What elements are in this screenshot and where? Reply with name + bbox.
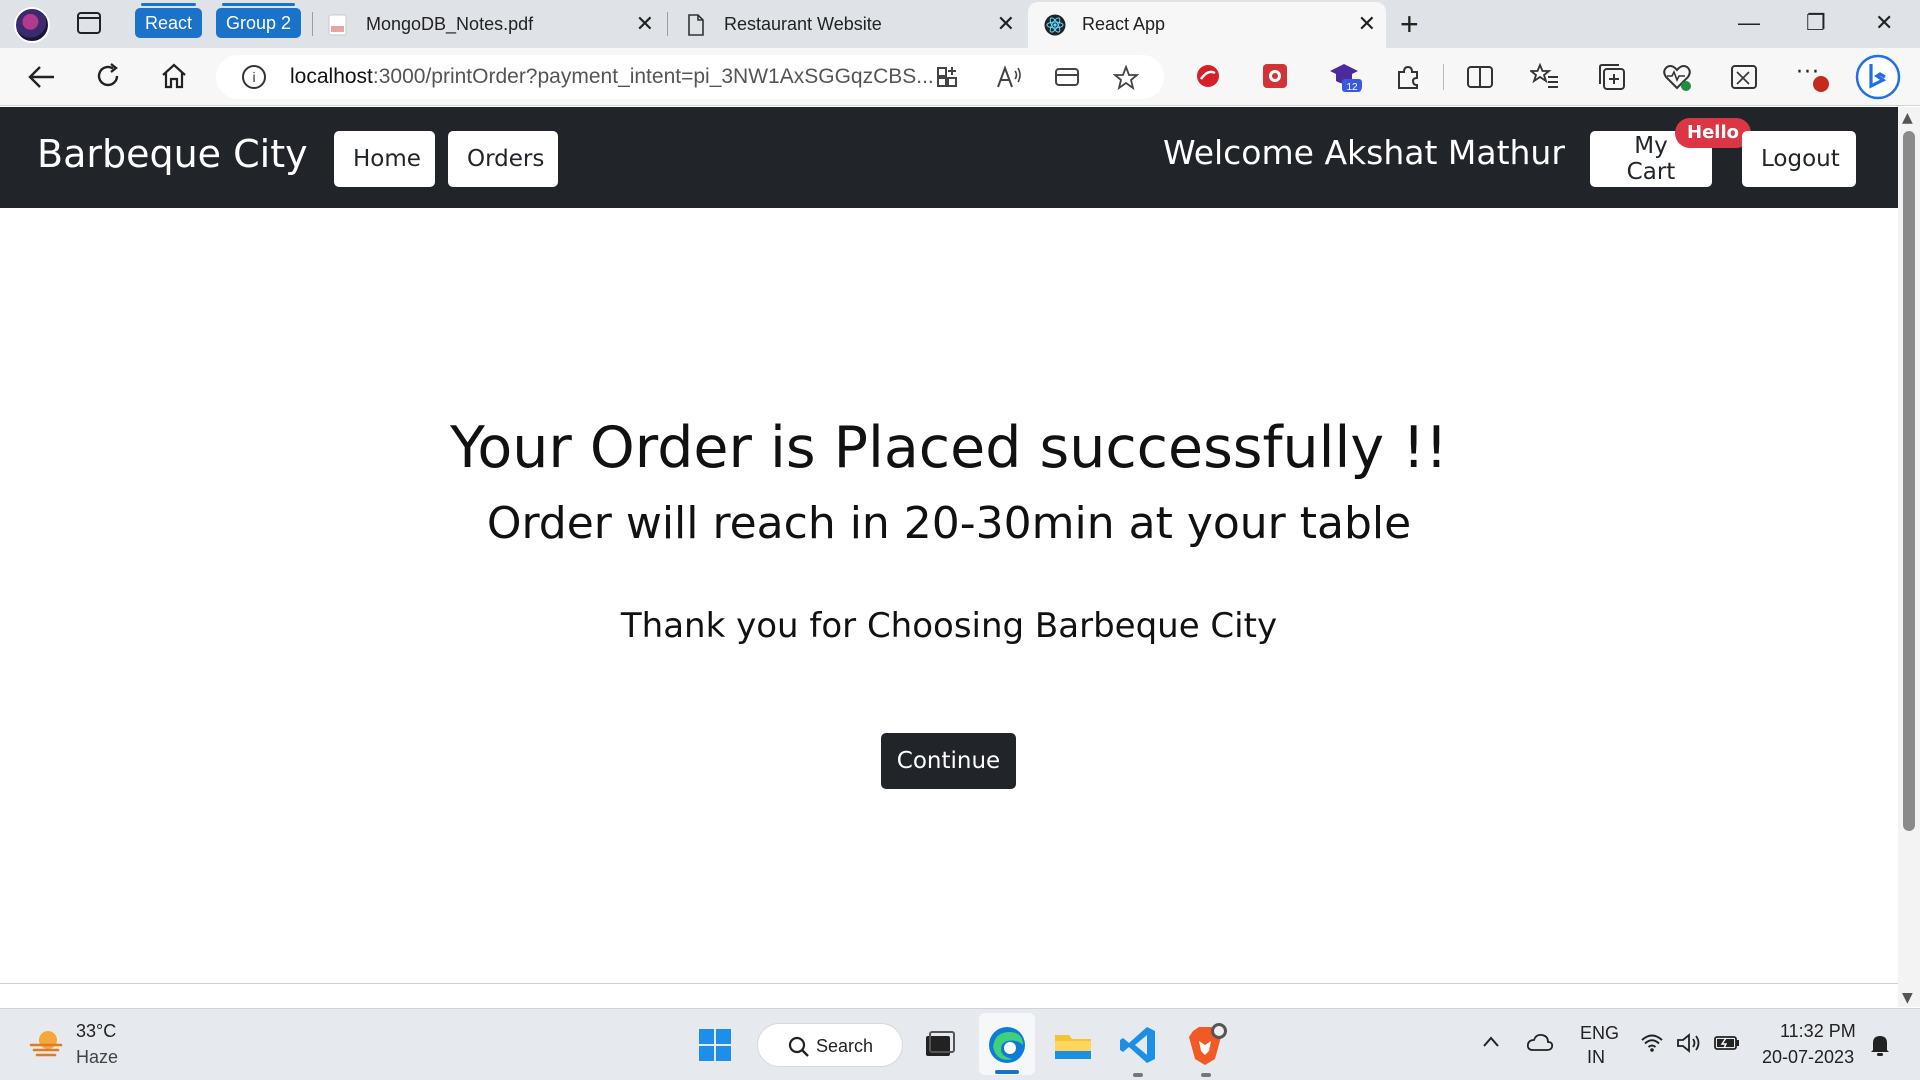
pdf-icon: [328, 14, 347, 36]
react-icon: [1044, 14, 1066, 36]
orders-button[interactable]: Orders: [448, 131, 558, 187]
weather-temperature[interactable]: 33°C: [76, 1021, 116, 1042]
haze-weather-icon[interactable]: [28, 1025, 64, 1061]
windows-taskbar: 33°C Haze Search ENG IN 11:32 PM 20-07-2…: [0, 1008, 1920, 1080]
read-aloud-icon[interactable]: [996, 65, 1022, 89]
logout-button[interactable]: Logout: [1742, 131, 1856, 187]
tab-react-app[interactable]: React App ✕: [1028, 2, 1386, 48]
back-icon[interactable]: [28, 64, 56, 90]
update-alert-icon: [1813, 76, 1829, 92]
wifi-icon[interactable]: [1640, 1033, 1664, 1053]
collections-icon[interactable]: [1597, 62, 1627, 92]
weather-description[interactable]: Haze: [76, 1047, 118, 1068]
tab-separator: [667, 12, 668, 36]
tab-restaurant-website[interactable]: Restaurant Website ✕: [670, 2, 1025, 48]
active-app-indicator: [995, 1070, 1019, 1074]
edge-browser-icon[interactable]: [983, 1021, 1031, 1069]
favorite-star-icon[interactable]: [1113, 65, 1139, 91]
screen-recorder-extension-icon[interactable]: [1260, 61, 1290, 91]
close-tab-icon[interactable]: ✕: [636, 2, 654, 46]
tab-title: Restaurant Website: [724, 14, 882, 34]
running-app-indicator: [1201, 1073, 1211, 1077]
cart-badge: Hello: [1675, 118, 1751, 148]
battery-charging-icon[interactable]: [1713, 1034, 1741, 1052]
address-bar[interactable]: i localhost:3000/printOrder?payment_inte…: [216, 55, 1164, 99]
extensions-puzzle-icon[interactable]: [1393, 62, 1423, 92]
clock-date[interactable]: 20-07-2023: [1762, 1047, 1854, 1068]
tab-title: MongoDB_Notes.pdf: [366, 14, 534, 34]
brand-logo[interactable]: Barbeque City: [37, 107, 308, 201]
scroll-up-arrow-icon[interactable]: ▲: [1902, 110, 1913, 126]
clock-time[interactable]: 11:32 PM: [1780, 1021, 1856, 1042]
restore-button[interactable]: ❐: [1806, 8, 1826, 38]
close-tab-icon[interactable]: ✕: [1358, 2, 1376, 46]
new-tab-button[interactable]: +: [1400, 4, 1419, 44]
wallet-icon[interactable]: [1054, 65, 1080, 89]
search-icon: [788, 1036, 809, 1057]
browser-toolbar: i localhost:3000/printOrder?payment_inte…: [0, 48, 1920, 106]
copilot-bing-icon[interactable]: [1855, 54, 1901, 100]
navbar: Barbeque City Home Orders Welcome Akshat…: [0, 107, 1898, 208]
windows-start-icon[interactable]: [691, 1021, 739, 1069]
running-app-indicator: [1133, 1073, 1143, 1077]
tab-group-react[interactable]: React: [135, 3, 203, 38]
show-hidden-icons-chevron-icon[interactable]: [1482, 1035, 1500, 1049]
welcome-message: Welcome Akshat Mathur: [1163, 133, 1565, 172]
url-text[interactable]: localhost:3000/printOrder?payment_intent…: [290, 55, 990, 99]
refresh-icon[interactable]: [94, 62, 122, 90]
site-info-icon[interactable]: i: [242, 65, 266, 89]
vscode-icon[interactable]: [1115, 1021, 1163, 1069]
page-bottom-border: [0, 983, 1898, 984]
delivery-time-subheading: Order will reach in 20-30min at your tab…: [486, 498, 1412, 549]
onedrive-cloud-icon[interactable]: [1526, 1031, 1554, 1053]
thank-you-message: Thank you for Choosing Barbeque City: [620, 606, 1278, 646]
graduation-cap-extension-icon[interactable]: 12: [1328, 59, 1362, 93]
file-explorer-icon[interactable]: [1049, 1021, 1097, 1069]
main-content: Your Order is Placed successfully !! Ord…: [0, 208, 1898, 983]
profile-avatar[interactable]: [14, 7, 50, 43]
math-solver-icon[interactable]: [1729, 62, 1759, 92]
home-button[interactable]: Home: [334, 131, 435, 187]
notification-bell-icon[interactable]: [1869, 1033, 1891, 1057]
url-rest: :3000/printOrder?payment_intent=pi_3NW1A…: [372, 65, 934, 88]
tab-title: React App: [1082, 14, 1166, 34]
scrollbar-thumb[interactable]: [1903, 131, 1915, 831]
svg-text:12: 12: [1346, 82, 1358, 93]
close-tab-icon[interactable]: ✕: [997, 2, 1015, 46]
toolbar-divider: [1443, 64, 1444, 90]
volume-icon[interactable]: [1676, 1032, 1702, 1054]
browser-essentials-icon[interactable]: [1662, 62, 1692, 92]
workspaces-icon[interactable]: [77, 12, 101, 34]
minimize-button[interactable]: —: [1738, 8, 1760, 38]
search-label: Search: [816, 1036, 874, 1056]
split-screen-icon[interactable]: [1465, 62, 1495, 92]
favorites-icon[interactable]: [1530, 62, 1560, 92]
home-icon[interactable]: [160, 62, 188, 90]
close-window-button[interactable]: ✕: [1875, 8, 1893, 38]
tab-group-2[interactable]: Group 2: [216, 3, 302, 38]
url-host: localhost: [290, 65, 373, 88]
page-viewport: Barbeque City Home Orders Welcome Akshat…: [0, 107, 1898, 983]
order-success-heading: Your Order is Placed successfully !!: [450, 415, 1448, 481]
browser-tab-strip: React Group 2 MongoDB_Notes.pdf ✕ Restau…: [0, 0, 1920, 48]
app-available-icon[interactable]: [936, 65, 960, 89]
red-extension-icon[interactable]: [1193, 61, 1223, 91]
continue-button[interactable]: Continue: [881, 733, 1016, 789]
scroll-down-arrow-icon[interactable]: ▼: [1902, 990, 1913, 1006]
taskbar-search[interactable]: Search: [757, 1023, 903, 1067]
page-icon: [688, 14, 704, 36]
tab-mongodb-notes[interactable]: MongoDB_Notes.pdf ✕: [312, 2, 664, 48]
region-indicator[interactable]: IN: [1587, 1047, 1605, 1068]
language-indicator[interactable]: ENG: [1580, 1023, 1619, 1044]
brave-browser-icon[interactable]: [1181, 1021, 1229, 1069]
task-view-icon[interactable]: [915, 1021, 963, 1069]
